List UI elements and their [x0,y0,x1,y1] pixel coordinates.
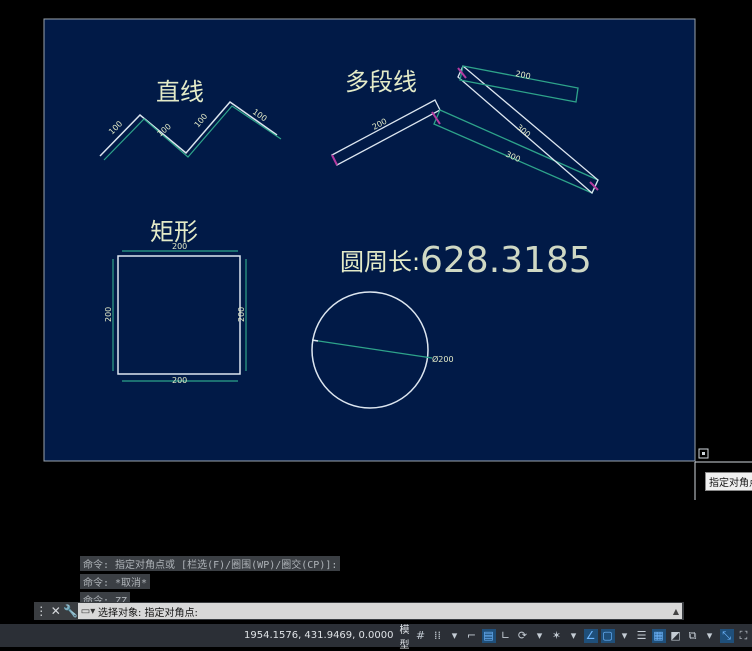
history-line-2: 命令: *取消* [80,574,150,589]
iso-dropdown-icon[interactable]: ▾ [567,629,581,643]
workspace-icon[interactable]: ⛶ [737,629,751,643]
command-prompt-text: 选择对象: 指定对角点: [98,604,198,619]
iso-icon[interactable]: ✶ [550,629,564,643]
circumference-label: 圆周长: [340,248,420,276]
object-tracking-icon[interactable]: ∠ [584,629,598,643]
snap-icon[interactable]: ⁞⁞ [431,629,445,643]
grid-icon[interactable]: # [414,629,428,643]
lineweight-icon[interactable]: ☰ [635,629,649,643]
transparency-icon[interactable]: ▦ [652,629,666,643]
selection-cycling-icon[interactable]: ◩ [669,629,683,643]
status-toggles: # ⁞⁞ ▾ ⌐ ▤ ∟ ⟳ ▾ ✶ ▾ ∠ ▢ ▾ ☰ ▦ ◩ ⧉ ▾ ⤡ ⛶… [414,629,752,643]
dynamic-input-icon[interactable]: ▤ [482,629,496,643]
rect-dim-bottom: 200 [172,376,187,385]
circumference-value: 628.3185 [420,240,592,281]
rect-dim-left: 200 [104,307,113,322]
rect-dim-top: 200 [172,242,187,251]
polar-dropdown-icon[interactable]: ▾ [533,629,547,643]
command-tools: ⋮ ✕ 🔧 [34,602,78,620]
3d-dropdown-icon[interactable]: ▾ [703,629,717,643]
rect-dim-right: 200 [237,307,246,322]
wrench-icon[interactable]: 🔧 [63,604,78,618]
title-line: 直线 [156,78,204,106]
circle-dim: Ø200 [432,354,454,364]
coordinate-readout[interactable]: 1954.1576, 431.9469, 0.0000 [244,630,394,641]
title-polyline: 多段线 [345,68,417,96]
history-expand-icon[interactable]: ▲ [670,607,682,616]
history-line-1: 命令: 指定对角点或 [栏选(F)/圈围(WP)/圈交(CP)]: [80,556,340,571]
osnap-dropdown-icon[interactable]: ▾ [618,629,632,643]
3d-osnap-icon[interactable]: ⧉ [686,629,700,643]
object-snap-icon[interactable]: ▢ [601,629,615,643]
status-bar: 1954.1576, 431.9469, 0.0000 模型 # ⁞⁞ ▾ ⌐ … [0,624,752,647]
ortho-icon[interactable]: ∟ [499,629,513,643]
polar-icon[interactable]: ⟳ [516,629,530,643]
close-icon[interactable]: ✕ [49,604,64,618]
command-line-bar: ⋮ ✕ 🔧 ▭▾ 选择对象: 指定对角点: ▲ [34,602,684,620]
drawing-area[interactable]: 直线 多段线 矩形 圆周长: 628.3185 100 100 100 100 … [0,0,752,600]
infer-icon[interactable]: ⌐ [465,629,479,643]
command-input[interactable]: ▭▾ 选择对象: 指定对角点: ▲ [78,603,682,619]
drawing-canvas[interactable]: 直线 多段线 矩形 圆周长: 628.3185 100 100 100 100 … [0,0,752,600]
command-prompt-icon[interactable]: ▭▾ [78,606,98,617]
grip-handle-icon[interactable]: ⋮ [34,604,49,618]
pickbox-center [702,452,705,455]
model-space-button[interactable]: 模型 [400,621,410,651]
annotation-scale-icon[interactable]: ⤡ [720,629,734,643]
snap-dropdown-icon[interactable]: ▾ [448,629,462,643]
cursor-tooltip: 指定对角点 [705,472,752,491]
